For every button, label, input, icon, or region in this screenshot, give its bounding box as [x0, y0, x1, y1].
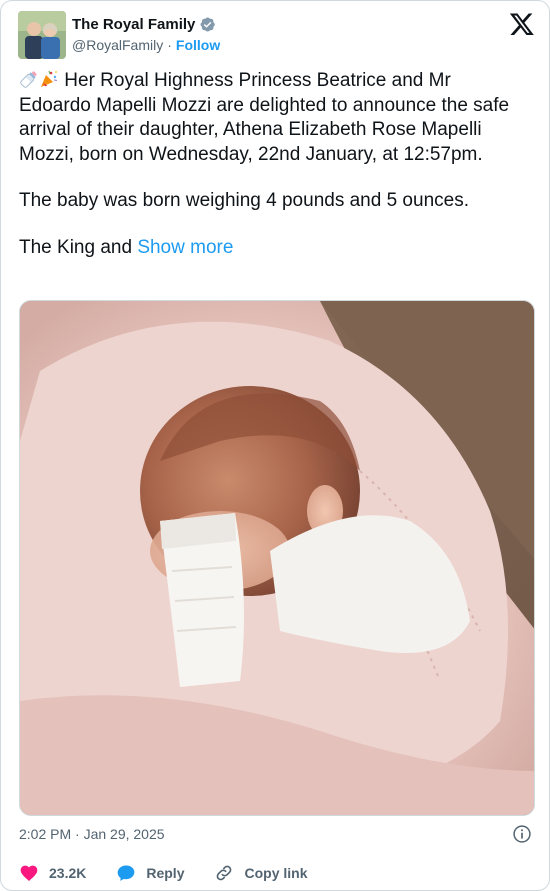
copy-link-label: Copy link [244, 865, 308, 881]
separator-dot: · [167, 37, 172, 53]
x-logo-icon[interactable] [509, 11, 535, 37]
tweet-paragraph-1: Her Royal Highness Princess Beatrice and… [19, 69, 524, 167]
follow-button[interactable]: Follow [176, 37, 220, 53]
link-icon [217, 865, 232, 881]
tweet-embed-card: The Royal Family @RoyalFamily · Follow H… [0, 0, 550, 891]
reply-label: Reply [146, 865, 185, 881]
tweet-photo[interactable] [19, 300, 535, 816]
show-more-link[interactable]: Show more [137, 237, 233, 258]
like-count: 23.2K [49, 865, 87, 881]
author-handle[interactable]: @RoyalFamily [72, 37, 163, 53]
author-info: The Royal Family @RoyalFamily · Follow [72, 14, 220, 54]
author-name[interactable]: The Royal Family [72, 16, 195, 33]
tweet-actions: 23.2K Reply Copy link [19, 863, 338, 883]
copy-link-button[interactable]: Copy link [214, 863, 308, 883]
tweet-header: The Royal Family @RoyalFamily · Follow [18, 11, 535, 61]
tweet-timestamp[interactable]: 2:02 PM · Jan 29, 2025 [19, 826, 165, 842]
tweet-paragraph-3: The King and Show more [19, 236, 524, 261]
tweet-paragraph-3-text: The King and [19, 236, 133, 258]
party-popper-icon [41, 70, 58, 87]
tweet-paragraph-2: The baby was born weighing 4 pounds and … [19, 190, 469, 211]
verified-badge-icon [200, 17, 216, 31]
reply-bubble-icon [118, 865, 135, 881]
avatar[interactable] [18, 11, 66, 59]
reply-button[interactable]: Reply [116, 863, 184, 883]
tweet-text: Her Royal Highness Princess Beatrice and… [19, 69, 524, 260]
baby-bottle-icon [20, 71, 37, 88]
like-button[interactable]: 23.2K [19, 863, 86, 883]
info-icon[interactable] [512, 824, 532, 844]
heart-icon [20, 865, 38, 881]
tweet-paragraph-1-text: Her Royal Highness Princess Beatrice and… [19, 70, 510, 165]
